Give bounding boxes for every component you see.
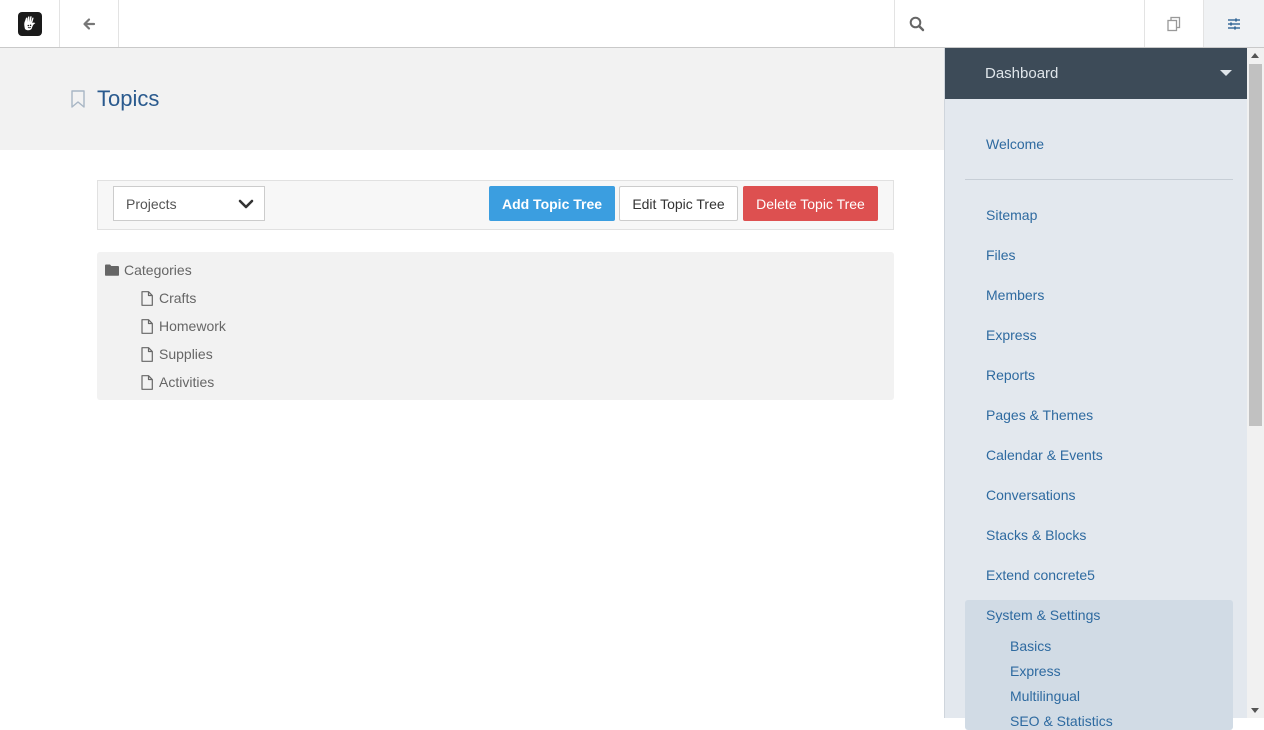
folder-icon bbox=[105, 264, 119, 276]
caret-down-icon bbox=[1220, 70, 1232, 76]
edit-topic-tree-button[interactable]: Edit Topic Tree bbox=[619, 186, 738, 221]
nav-item-calendar-events[interactable]: Calendar & Events bbox=[986, 447, 1103, 463]
nav-item-express[interactable]: Express bbox=[986, 327, 1037, 343]
delete-topic-tree-button[interactable]: Delete Topic Tree bbox=[743, 186, 878, 221]
bookmark-icon[interactable] bbox=[70, 90, 86, 108]
tree-node-homework[interactable]: Homework bbox=[141, 318, 226, 334]
file-icon bbox=[141, 346, 153, 362]
nav-subitem-multilingual[interactable]: Multilingual bbox=[1010, 688, 1080, 704]
scroll-thumb[interactable] bbox=[1249, 64, 1262, 426]
tree-node-activities[interactable]: Activities bbox=[141, 374, 214, 390]
tree-node-categories[interactable]: Categories bbox=[105, 262, 192, 278]
page-header: Topics bbox=[0, 48, 944, 150]
panel-scrollbar[interactable] bbox=[1247, 48, 1264, 718]
tree-node-label: Homework bbox=[159, 318, 226, 334]
tree-node-label: Crafts bbox=[159, 290, 197, 306]
file-icon bbox=[141, 374, 153, 390]
dashboard-panel: Dashboard Welcome Sitemap Files Members … bbox=[944, 48, 1264, 730]
copy-pages-icon bbox=[1167, 16, 1181, 31]
tree-node-crafts[interactable]: Crafts bbox=[141, 290, 196, 306]
nav-item-reports[interactable]: Reports bbox=[986, 367, 1035, 383]
tree-node-label: Activities bbox=[159, 374, 215, 390]
back-button[interactable] bbox=[60, 0, 119, 47]
logo-button[interactable] bbox=[0, 0, 60, 47]
topic-tree-controls: Projects Add Topic Tree Edit Topic Tree … bbox=[97, 180, 894, 230]
nav-subitem-seo-statistics[interactable]: SEO & Statistics bbox=[1010, 713, 1113, 729]
nav-subitem-basics[interactable]: Basics bbox=[1010, 638, 1051, 654]
scroll-up-icon[interactable] bbox=[1251, 53, 1259, 58]
tree-node-label: Supplies bbox=[159, 346, 213, 362]
file-icon bbox=[141, 318, 153, 334]
page-title-wrap: Topics bbox=[70, 86, 159, 112]
nav-item-conversations[interactable]: Conversations bbox=[986, 487, 1076, 503]
nav-item-pages-themes[interactable]: Pages & Themes bbox=[986, 407, 1093, 423]
dashboard-panel-header[interactable]: Dashboard bbox=[945, 48, 1248, 99]
settings-button[interactable] bbox=[1204, 0, 1264, 47]
nav-item-welcome[interactable]: Welcome bbox=[986, 136, 1044, 152]
file-icon bbox=[141, 290, 153, 306]
intelligent-search-button[interactable] bbox=[1145, 0, 1204, 47]
toolbar-spacer bbox=[119, 0, 895, 47]
search-input[interactable] bbox=[933, 8, 1133, 39]
nav-item-sitemap[interactable]: Sitemap bbox=[986, 207, 1037, 223]
chevron-down-icon bbox=[238, 199, 254, 209]
dashboard-panel-title: Dashboard bbox=[985, 65, 1059, 82]
nav-item-stacks-blocks[interactable]: Stacks & Blocks bbox=[986, 527, 1086, 543]
nav-item-system-settings[interactable]: System & Settings bbox=[986, 607, 1100, 623]
tree-node-supplies[interactable]: Supplies bbox=[141, 346, 213, 362]
nav-item-files[interactable]: Files bbox=[986, 247, 1016, 263]
nav-divider bbox=[965, 179, 1233, 180]
tree-node-label: Categories bbox=[124, 262, 192, 278]
page-title: Topics bbox=[97, 86, 160, 111]
scroll-down-icon[interactable] bbox=[1251, 708, 1259, 713]
nav-item-extend[interactable]: Extend concrete5 bbox=[986, 567, 1095, 583]
topic-tree: Categories Crafts Homework Supplies Acti… bbox=[97, 252, 894, 400]
search-icon bbox=[909, 16, 925, 31]
arrow-left-icon bbox=[83, 17, 96, 30]
add-topic-tree-button[interactable]: Add Topic Tree bbox=[489, 186, 615, 221]
nav-subitem-express[interactable]: Express bbox=[1010, 663, 1061, 679]
top-toolbar bbox=[0, 0, 1264, 48]
topic-tree-select[interactable]: Projects bbox=[113, 186, 265, 221]
toolbar-search[interactable] bbox=[895, 0, 1145, 47]
concrete5-logo-icon bbox=[17, 11, 42, 36]
sliders-icon bbox=[1228, 18, 1240, 29]
nav-item-members[interactable]: Members bbox=[986, 287, 1044, 303]
topic-tree-select-value: Projects bbox=[126, 195, 177, 212]
